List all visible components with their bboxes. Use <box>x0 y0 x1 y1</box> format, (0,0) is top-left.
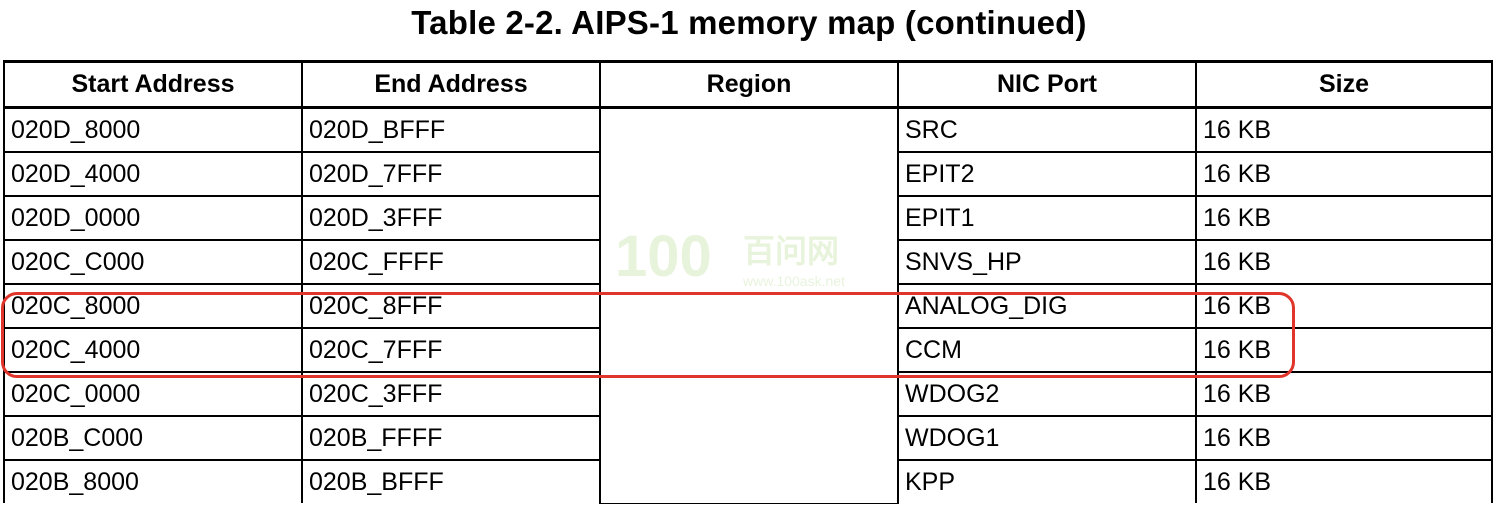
header-size: Size <box>1195 60 1493 109</box>
cell-start-address: 020C_8000 <box>3 283 303 329</box>
cell-end-address: 020C_7FFF <box>301 327 601 373</box>
cell-end-address: 020C_FFFF <box>301 239 601 285</box>
cell-end-address: 020C_8FFF <box>301 283 601 329</box>
cell-size: 16 KB <box>1195 195 1493 241</box>
cell-start-address: 020B_8000 <box>3 459 303 503</box>
cell-end-address: 020D_3FFF <box>301 195 601 241</box>
table-header-row: Start Address End Address Region NIC Por… <box>3 60 1493 109</box>
cell-nic-port: WDOG2 <box>897 371 1197 417</box>
cell-nic-port: KPP <box>897 459 1197 503</box>
cell-nic-port: CCM <box>897 327 1197 373</box>
cell-nic-port: WDOG1 <box>897 415 1197 461</box>
cell-start-address: 020C_4000 <box>3 327 303 373</box>
memory-map-table-container: Start Address End Address Region NIC Por… <box>3 60 1493 504</box>
cell-end-address: 020B_BFFF <box>301 459 601 503</box>
cell-nic-port: SNVS_HP <box>897 239 1197 285</box>
cell-size: 16 KB <box>1195 239 1493 285</box>
header-end-address: End Address <box>301 60 601 109</box>
table-caption: Table 2-2. AIPS-1 memory map (continued) <box>411 4 1087 41</box>
table-body: 020D_8000 020D_BFFF SRC 16 KB 020D_4000 020D_… <box>3 106 1493 504</box>
cell-nic-port: EPIT1 <box>897 195 1197 241</box>
header-region: Region <box>599 60 899 109</box>
cell-size: 16 KB <box>1195 106 1493 153</box>
memory-map-table: Start Address End Address Region NIC Por… <box>3 60 1493 504</box>
cell-start-address: 020C_0000 <box>3 371 303 417</box>
cell-start-address: 020C_C000 <box>3 239 303 285</box>
cell-start-address: 020D_4000 <box>3 151 303 197</box>
cell-start-address: 020B_C000 <box>3 415 303 461</box>
cell-nic-port: SRC <box>897 106 1197 153</box>
cell-size: 16 KB <box>1195 371 1493 417</box>
table-row: 020D_8000 020D_BFFF SRC 16 KB <box>3 106 1493 504</box>
header-nic-port: NIC Port <box>897 60 1197 109</box>
cell-end-address: 020C_3FFF <box>301 371 601 417</box>
cell-end-address: 020B_FFFF <box>301 415 601 461</box>
cell-size: 16 KB <box>1195 415 1493 461</box>
cell-start-address: 020D_8000 <box>3 106 303 153</box>
cell-nic-port: EPIT2 <box>897 151 1197 197</box>
cell-size: 16 KB <box>1195 459 1493 503</box>
cell-start-address: 020D_0000 <box>3 195 303 241</box>
cell-end-address: 020D_BFFF <box>301 106 601 153</box>
cell-size: 16 KB <box>1195 327 1493 373</box>
cell-nic-port: ANALOG_DIG <box>897 283 1197 329</box>
cell-end-address: 020D_7FFF <box>301 151 601 197</box>
cell-size: 16 KB <box>1195 151 1493 197</box>
cell-region <box>599 106 899 504</box>
header-start-address: Start Address <box>3 60 303 109</box>
cell-size: 16 KB <box>1195 283 1493 329</box>
